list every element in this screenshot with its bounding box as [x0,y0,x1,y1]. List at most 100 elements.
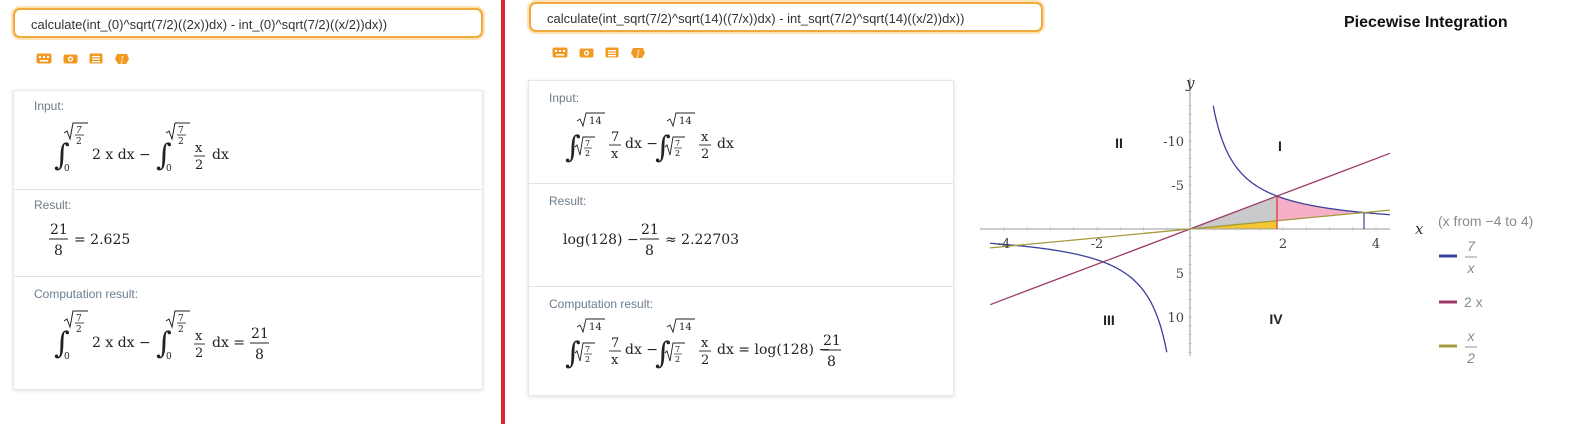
camera-icon[interactable] [578,46,594,58]
svg-text:8: 8 [54,243,63,259]
svg-text:2: 2 [585,355,590,364]
range-note: (x from −4 to 4) [1438,213,1533,229]
svg-text:x: x [701,130,709,145]
svg-text:2 x dx −: 2 x dx − [92,335,151,351]
svg-text:7: 7 [585,345,590,354]
svg-text:x: x [701,336,709,351]
svg-text:7: 7 [611,130,619,145]
quadrant-label-IV: IV [1269,311,1283,327]
svg-text:2: 2 [76,325,82,335]
camera-icon[interactable] [62,52,78,64]
list-icon[interactable] [604,46,620,58]
svg-text:dx −: dx − [625,342,658,358]
svg-text:2: 2 [195,158,203,173]
y-axis-label: y [1185,74,1195,92]
x-tick-label: 2 [1279,237,1287,252]
extended-keyboard-icon[interactable]: ∫ [114,52,130,64]
legend-label-denominator: 2 [1466,350,1475,366]
x-tick-label: -2 [1091,237,1104,252]
svg-text:2: 2 [675,149,680,158]
keyboard-icon[interactable] [36,52,52,64]
svg-text:7: 7 [178,314,184,324]
left-query-input[interactable]: calculate(int_(0)^sqrt(7/2)((2x))dx) - i… [13,8,483,38]
svg-text:2: 2 [178,137,184,147]
svg-text:7: 7 [675,139,680,148]
svg-text:21: 21 [251,326,269,342]
svg-text:dx −: dx − [625,136,658,152]
svg-text:8: 8 [827,354,836,370]
svg-text:7: 7 [611,336,619,351]
y-tick-label: -5 [1171,179,1184,194]
svg-text:0: 0 [64,352,70,362]
left-toolbar: ∫ [36,52,130,64]
svg-text:14: 14 [589,116,602,127]
svg-text:0: 0 [64,164,70,174]
keyboard-icon[interactable] [552,46,568,58]
svg-text:7: 7 [178,126,184,136]
svg-text:2: 2 [195,346,203,361]
svg-text:7: 7 [675,345,680,354]
list-icon[interactable] [88,52,104,64]
quadrant-label-II: II [1115,135,1123,151]
x-tick-label: -4 [998,237,1011,252]
svg-text:x: x [611,353,619,368]
right-results-card: Input: ∫ 7 2 14 7 x dx − ∫ 7 2 14 x 2 dx… [528,80,954,396]
svg-text:dx: dx [717,136,734,152]
svg-text:2: 2 [701,147,709,162]
svg-text:dx =: dx = [212,335,245,351]
right-input-math: ∫ 7 2 14 7 x dx − ∫ 7 2 14 x 2 dx [563,111,783,175]
x-tick-label: 4 [1372,237,1380,252]
left-results-card: Input: ∫ 0 7 2 2 x dx − ∫ 0 7 2 x 2 dx R… [13,90,483,390]
quadrant-label-III: III [1103,312,1115,328]
right-result-pod: Result: log(128) − 21 8 ≈ 2.22703 [529,184,953,287]
svg-text:2: 2 [585,149,590,158]
svg-text:0: 0 [166,164,172,174]
left-input-math: ∫ 0 7 2 2 x dx − ∫ 0 7 2 x 2 dx [48,119,288,183]
right-toolbar: ∫ [552,46,646,58]
x-axis-label: x [1415,220,1424,238]
svg-text:14: 14 [589,322,602,333]
right-computation-pod: Computation result: ∫ 7 2 14 7 x dx − ∫ … [529,287,953,397]
svg-text:7: 7 [76,126,82,136]
left-result-pod: Result: 21 8 = 2.625 [14,190,482,277]
legend-label-numerator: 7 [1467,238,1476,254]
svg-text:∫: ∫ [565,336,581,371]
svg-text:2: 2 [701,353,709,368]
legend-label: 2 x [1464,294,1483,310]
extended-keyboard-icon[interactable]: ∫ [630,46,646,58]
svg-text:2: 2 [178,325,184,335]
svg-text:0: 0 [166,352,172,362]
svg-text:≈ 2.22703: ≈ 2.22703 [665,232,739,248]
right-result-math: log(128) − 21 8 ≈ 2.22703 [563,216,763,270]
svg-text:log(128) −: log(128) − [563,232,639,248]
svg-text:21: 21 [823,333,841,349]
svg-text:dx = log(128) −: dx = log(128) − [717,342,830,358]
legend-label-numerator: x [1467,328,1476,344]
svg-text:= 2.625: = 2.625 [74,232,130,248]
right-computation-math: ∫ 7 2 14 7 x dx − ∫ 7 2 14 x 2 dx = log(… [563,317,853,381]
y-tick-label: -10 [1163,135,1184,150]
y-tick-label: 10 [1167,311,1184,326]
svg-text:21: 21 [641,222,659,238]
right-input-title: Input: [549,91,580,105]
svg-text:2: 2 [675,355,680,364]
left-computation-pod: Computation result: ∫ 0 7 2 2 x dx − ∫ 0… [14,277,482,393]
svg-text:∫: ∫ [565,130,581,165]
left-input-pod: Input: ∫ 0 7 2 2 x dx − ∫ 0 7 2 x 2 dx [14,91,482,190]
panel-divider [501,0,505,424]
svg-text:8: 8 [645,243,654,259]
svg-text:∫: ∫ [655,130,671,165]
svg-text:21: 21 [50,222,68,238]
svg-text:∫: ∫ [655,336,671,371]
piecewise-integration-plot: -4 -2 2 4105-5-10xyIIIIII IV (x from −4 to 4… [980,74,1533,366]
legend-label-denominator: x [1467,260,1476,276]
right-query-input[interactable]: calculate(int_sqrt(7/2)^sqrt(14)((7/x))d… [529,2,1043,32]
left-result-title: Result: [34,198,72,212]
svg-text:∫: ∫ [636,49,640,58]
svg-text:x: x [195,141,203,156]
svg-text:x: x [611,147,619,162]
svg-text:7: 7 [76,314,82,324]
left-computation-title: Computation result: [34,287,139,301]
svg-text:dx: dx [212,147,229,163]
left-result-math: 21 8 = 2.625 [48,218,168,266]
